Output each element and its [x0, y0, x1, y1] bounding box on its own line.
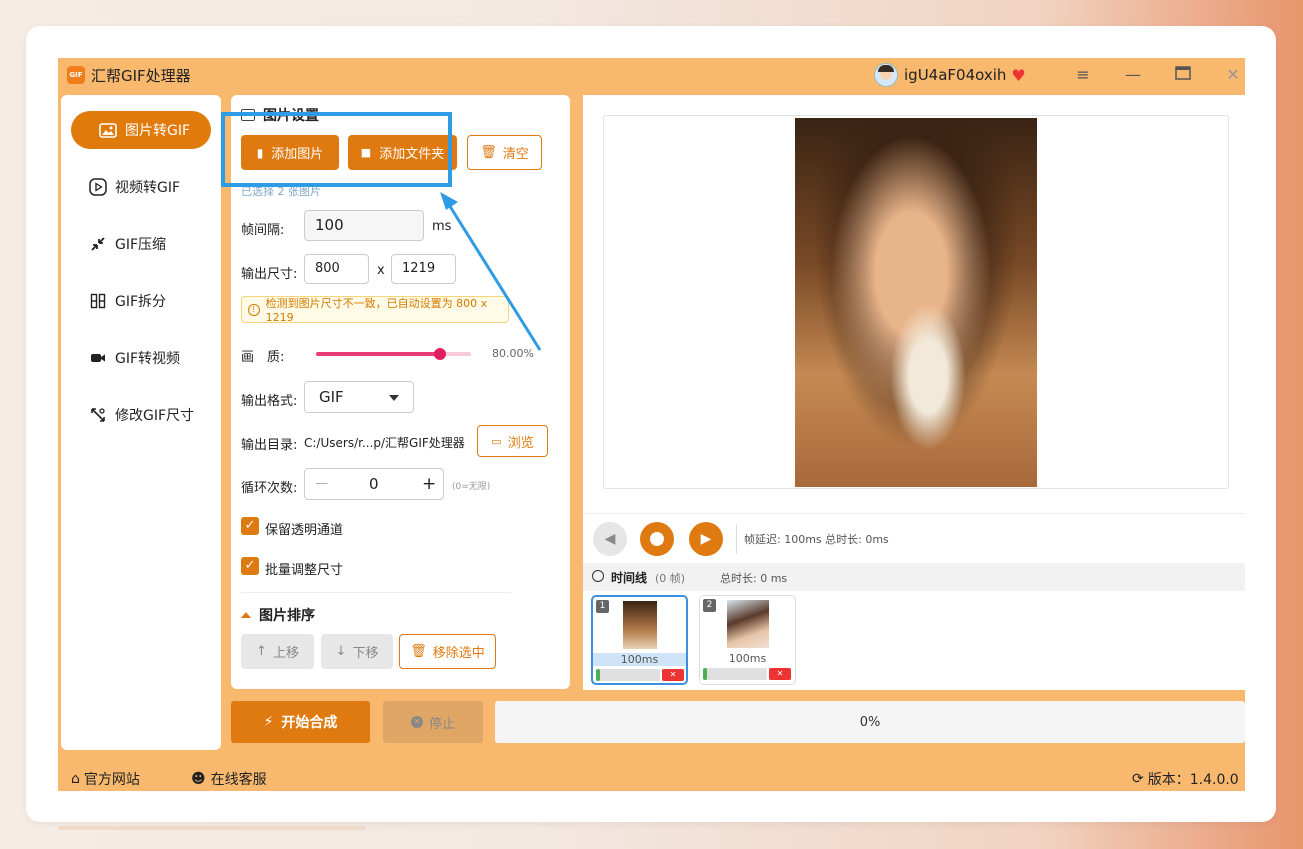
annotation-arrow — [440, 192, 542, 351]
